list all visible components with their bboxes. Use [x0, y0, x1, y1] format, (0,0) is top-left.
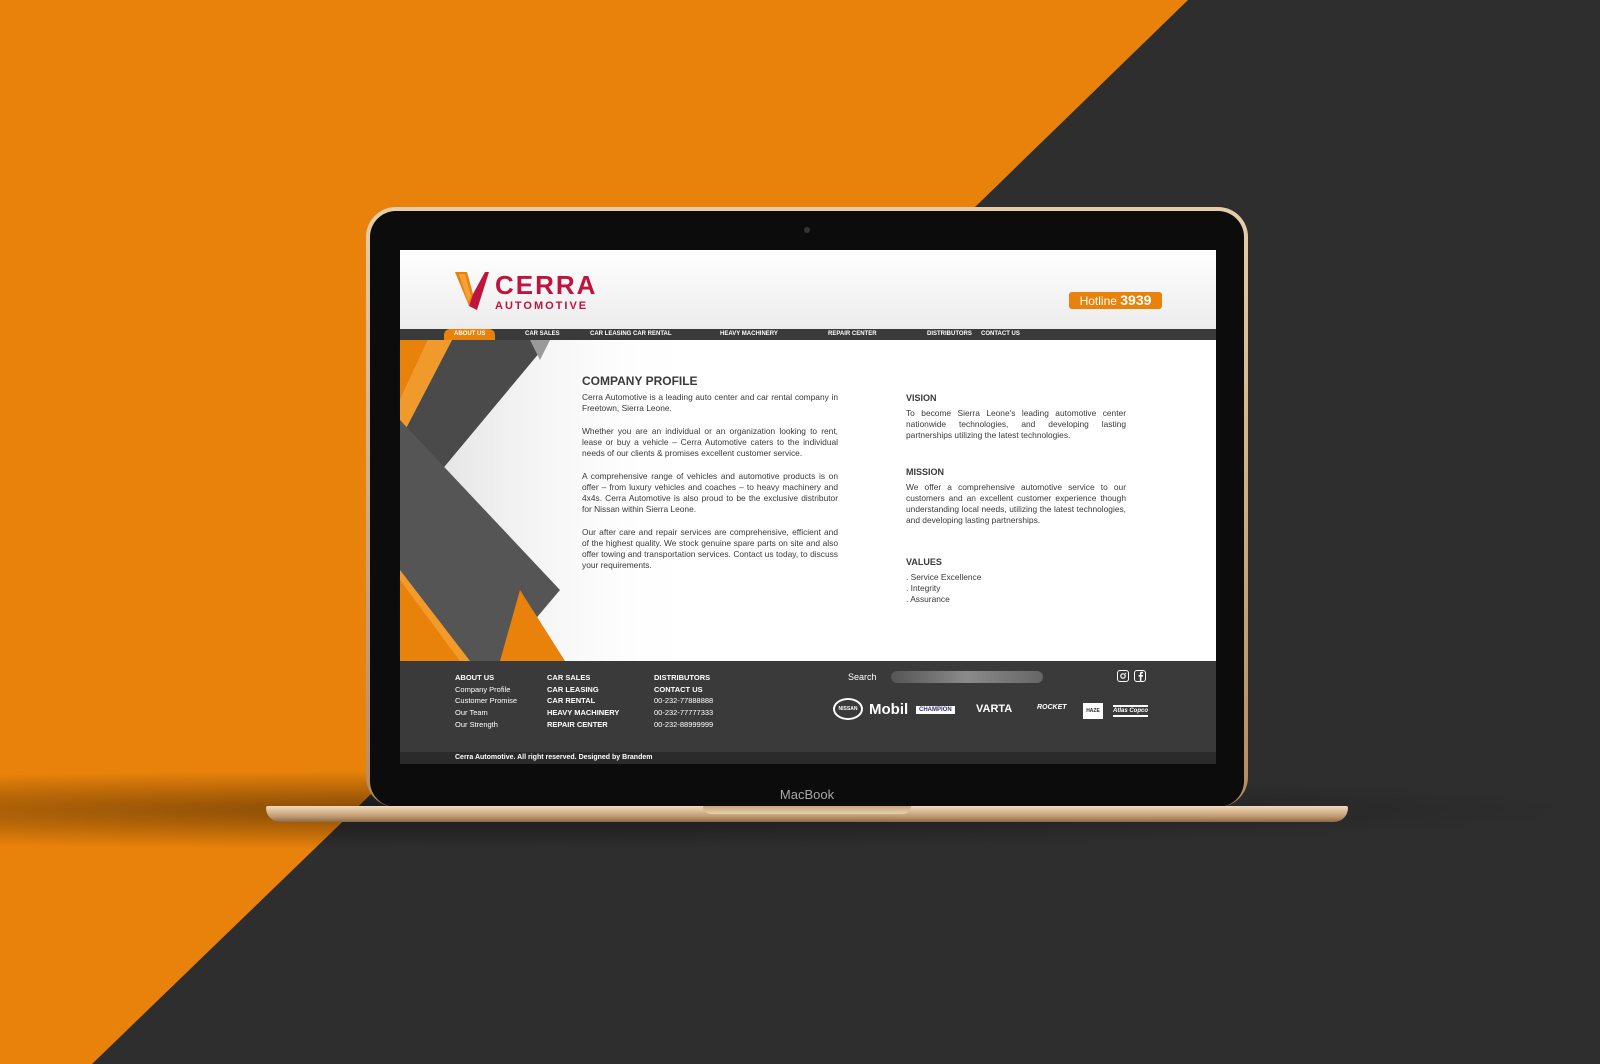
values-item: . Integrity	[906, 583, 941, 593]
hotline-number: 3939	[1120, 292, 1152, 308]
footer-link-repair-center[interactable]: REPAIR CENTER	[547, 719, 619, 731]
champion-logo: CHAMPION	[916, 706, 955, 714]
camera-icon	[804, 227, 810, 233]
device-label: MacBook	[779, 787, 835, 802]
vision-text: To become Sierra Leone's leading automot…	[906, 408, 1126, 440]
logo-wordmark: CERRA	[495, 270, 598, 300]
mission-title: MISSION	[906, 467, 945, 477]
footer-link-about-us[interactable]: ABOUT US	[455, 672, 517, 684]
mission-text: We offer a comprehensive automotive serv…	[906, 482, 1126, 525]
footer-link-car-leasing[interactable]: CAR LEASING	[547, 684, 619, 696]
atlas-copco-logo: Atlas Copco	[1113, 705, 1149, 717]
profile-title: COMPANY PROFILE	[582, 374, 698, 388]
laptop-notch	[703, 806, 911, 814]
nav-car-leasing-rental[interactable]: CAR LEASING CAR RENTAL	[590, 329, 672, 340]
footer-phone[interactable]: 00-232-88999999	[654, 719, 713, 731]
nissan-logo: NISSAN	[833, 698, 863, 720]
profile-paragraph: A comprehensive range of vehicles and au…	[582, 471, 838, 514]
hotline-label: Hotline	[1079, 294, 1117, 308]
copyright-bar: Cerra Automotive. All right reserved. De…	[400, 752, 1216, 764]
mission-section: MISSION We offer a comprehensive automot…	[906, 467, 1126, 526]
search-label: Search	[848, 672, 877, 682]
hero-content: COMPANY PROFILE Cerra Automotive is a le…	[400, 340, 1216, 661]
footer-link-our-strength[interactable]: Our Strength	[455, 719, 517, 731]
copyright-text: Cerra Automotive. All right reserved. De…	[455, 754, 653, 761]
nav-about-us[interactable]: ABOUT US	[444, 329, 496, 340]
profile-paragraph: Our after care and repair services are c…	[582, 527, 838, 570]
instagram-icon[interactable]	[1117, 670, 1129, 682]
logo-mark-icon	[455, 272, 489, 310]
footer-link-car-rental[interactable]: CAR RENTAL	[547, 695, 619, 707]
footer-link-customer-promise[interactable]: Customer Promise	[455, 695, 517, 707]
footer-link-company-profile[interactable]: Company Profile	[455, 684, 517, 696]
profile-paragraph: Cerra Automotive is a leading auto cente…	[582, 392, 838, 413]
nav-contact-us[interactable]: CONTACT US	[981, 329, 1020, 340]
facebook-icon[interactable]	[1134, 670, 1146, 682]
site-logo[interactable]: CERRA AUTOMOTIVE	[455, 270, 595, 314]
footer-link-heavy-machinery[interactable]: HEAVY MACHINERY	[547, 707, 619, 719]
website-screen: CERRA AUTOMOTIVE Hotline 3939 ABOUT US C…	[400, 250, 1216, 764]
values-section: VALUES . Service Excellence . Integrity …	[906, 557, 1126, 605]
site-footer: ABOUT US Company Profile Customer Promis…	[400, 661, 1216, 752]
logo-subtitle: AUTOMOTIVE	[495, 300, 589, 312]
values-item: . Service Excellence	[906, 572, 982, 582]
footer-link-contact-us[interactable]: CONTACT US	[654, 684, 713, 696]
search-input[interactable]	[891, 671, 1043, 683]
mobil-logo: Mobil	[869, 701, 909, 718]
footer-link-our-team[interactable]: Our Team	[455, 707, 517, 719]
values-title: VALUES	[906, 557, 942, 567]
values-item: . Assurance	[906, 594, 950, 604]
footer-col-contact: DISTRIBUTORS CONTACT US 00-232-77888888 …	[654, 672, 713, 731]
hotline-badge[interactable]: Hotline 3939	[1069, 292, 1162, 309]
varta-logo: VARTA	[976, 703, 1013, 715]
site-header: CERRA AUTOMOTIVE Hotline 3939	[400, 250, 1216, 329]
nav-distributors[interactable]: DISTRIBUTORS	[927, 329, 972, 340]
nav-repair-center[interactable]: REPAIR CENTER	[828, 329, 877, 340]
footer-link-car-sales[interactable]: CAR SALES	[547, 672, 619, 684]
footer-link-distributors[interactable]: DISTRIBUTORS	[654, 672, 713, 684]
nav-heavy-machinery[interactable]: HEAVY MACHINERY	[720, 329, 778, 340]
vision-title: VISION	[906, 393, 937, 403]
haze-logo: HAZE	[1083, 703, 1103, 719]
main-nav: ABOUT US CAR SALES CAR LEASING CAR RENTA…	[400, 329, 1216, 340]
nav-car-sales[interactable]: CAR SALES	[525, 329, 560, 340]
company-profile: COMPANY PROFILE Cerra Automotive is a le…	[582, 374, 838, 583]
footer-phone[interactable]: 00-232-77777333	[654, 707, 713, 719]
vision-section: VISION To become Sierra Leone's leading …	[906, 393, 1126, 441]
footer-phone[interactable]: 00-232-77888888	[654, 695, 713, 707]
footer-col-about: ABOUT US Company Profile Customer Promis…	[455, 672, 517, 731]
footer-col-services: CAR SALES CAR LEASING CAR RENTAL HEAVY M…	[547, 672, 619, 731]
rocket-logo: ROCKET	[1037, 704, 1067, 711]
profile-paragraph: Whether you are an individual or an orga…	[582, 426, 838, 458]
